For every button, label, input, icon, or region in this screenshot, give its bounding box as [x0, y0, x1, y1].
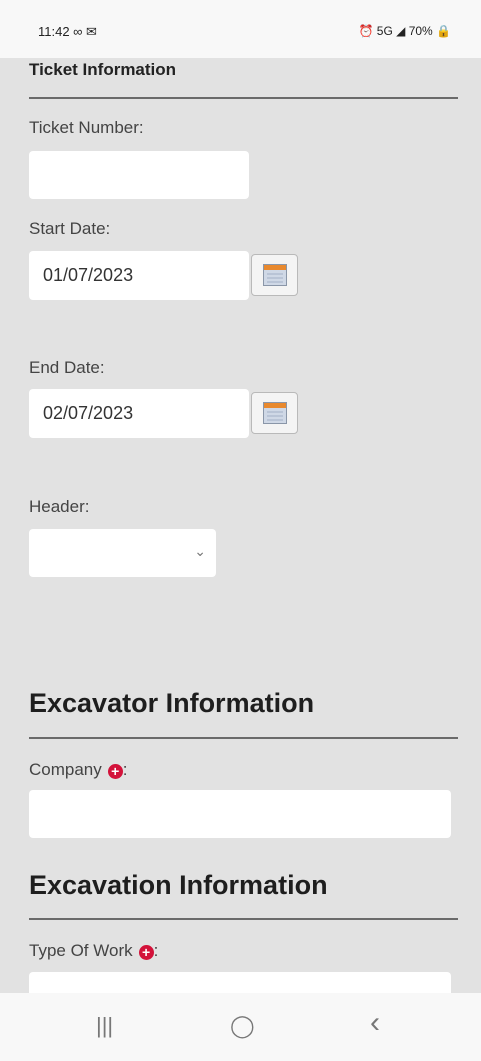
calendar-icon: [263, 264, 287, 286]
ticket-number-label: Ticket Number:: [29, 118, 144, 137]
section-divider: [29, 97, 458, 99]
end-date-input[interactable]: 02/07/2023: [29, 389, 249, 438]
excavator-information-heading: Excavator Information: [29, 688, 315, 718]
header-label: Header:: [29, 497, 90, 516]
company-label-suffix: :: [122, 760, 128, 779]
start-date-calendar-button[interactable]: [251, 254, 298, 296]
home-button[interactable]: ◯: [230, 1013, 255, 1039]
recent-apps-button[interactable]: |||: [96, 1013, 113, 1039]
chevron-down-icon: ⌄: [194, 543, 206, 559]
type-of-work-label: Type Of Work +:: [29, 941, 158, 961]
section-divider: [29, 918, 458, 920]
navigation-bar: ||| ◯ ‹: [0, 993, 481, 1061]
plus-circle-icon: +: [107, 764, 123, 779]
company-label-text: Company: [29, 760, 102, 779]
header-select[interactable]: ⌄: [29, 529, 216, 577]
status-time: 11:42 ∞ ✉: [38, 24, 97, 39]
type-of-work-label-text: Type Of Work: [29, 941, 133, 960]
back-button[interactable]: ‹: [370, 1006, 380, 1040]
end-date-calendar-button[interactable]: [251, 392, 298, 434]
end-date-label: End Date:: [29, 358, 105, 377]
section-divider: [29, 737, 458, 739]
plus-circle-icon: +: [138, 945, 154, 960]
excavation-information-heading: Excavation Information: [29, 870, 328, 900]
start-date-label: Start Date:: [29, 219, 111, 238]
type-of-work-label-suffix: :: [153, 941, 159, 960]
ticket-information-heading: Ticket Information: [29, 60, 177, 79]
status-bar: 11:42 ∞ ✉ ⏰ 5G ◢ 70% 🔒: [0, 0, 481, 58]
company-label: Company +:: [29, 760, 128, 780]
company-input[interactable]: [29, 790, 451, 838]
ticket-number-input[interactable]: [29, 151, 249, 199]
start-date-input[interactable]: 01/07/2023: [29, 251, 249, 300]
calendar-icon: [263, 402, 287, 424]
status-indicators: ⏰ 5G ◢ 70% 🔒: [358, 24, 451, 38]
